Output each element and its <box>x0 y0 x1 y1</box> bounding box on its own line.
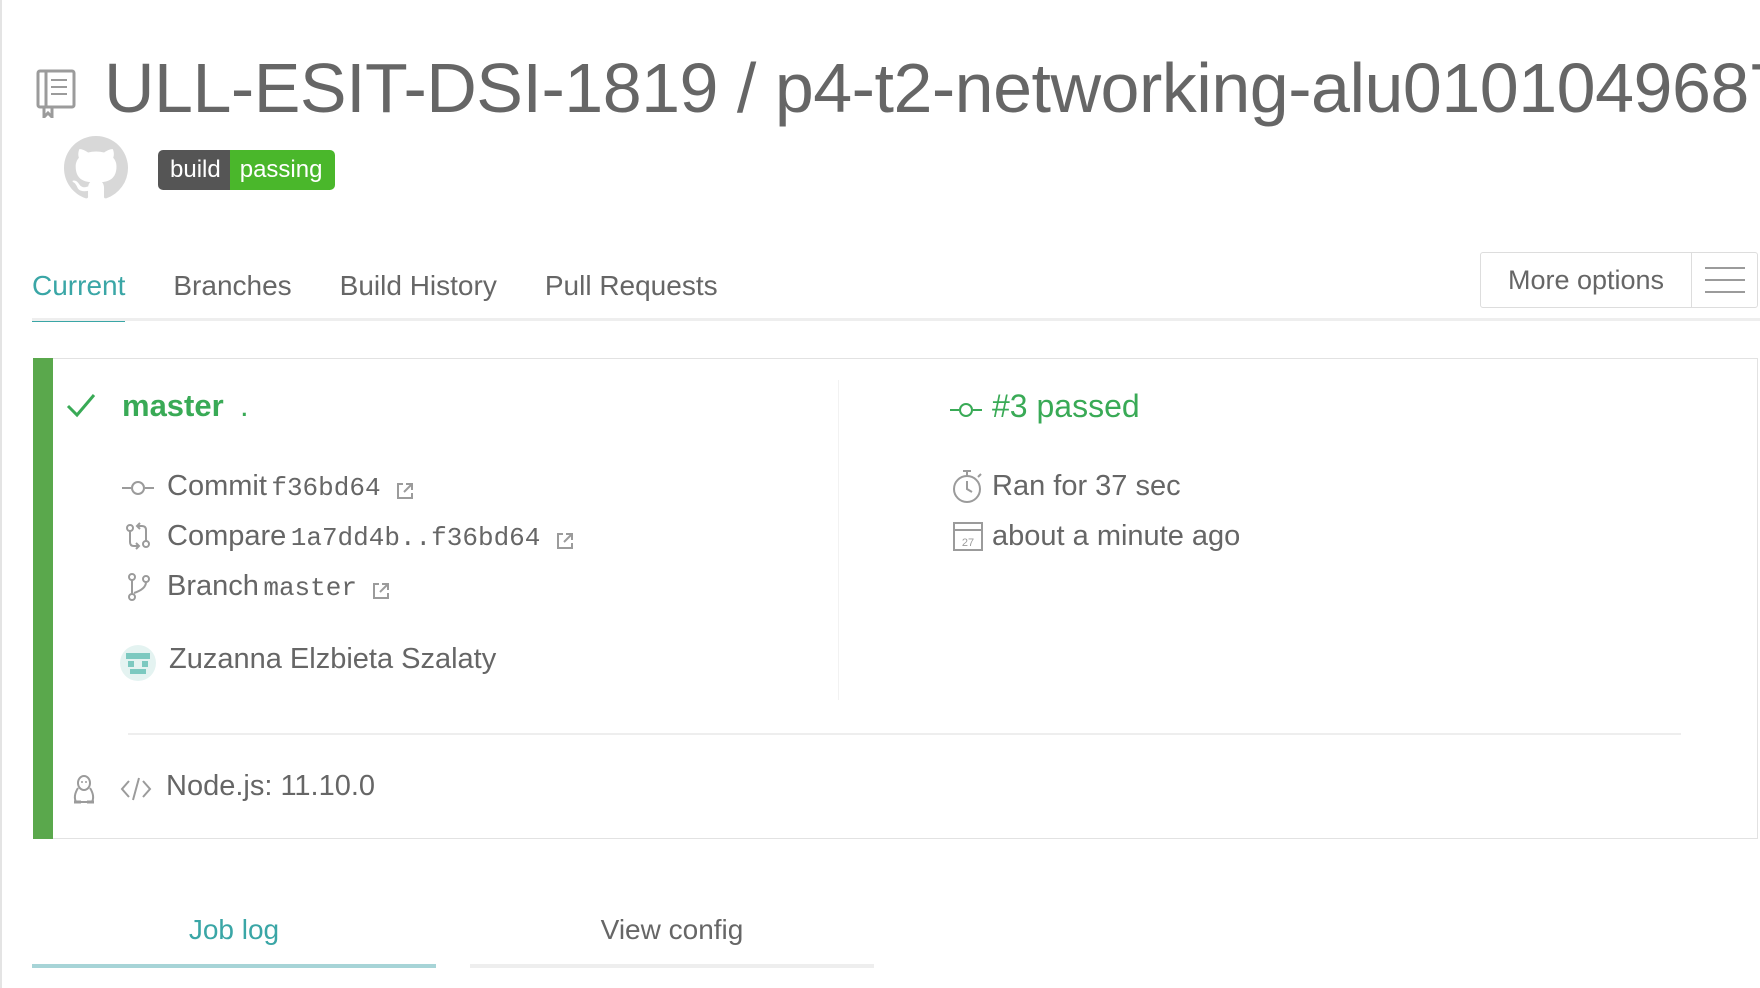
hamburger-icon <box>1692 267 1757 293</box>
branch-row[interactable]: Branch master <box>167 570 391 603</box>
commit-icon <box>122 481 154 495</box>
tab-pull-requests[interactable]: Pull Requests <box>545 262 718 322</box>
build-number-status[interactable]: #3 passed <box>992 388 1140 425</box>
tab-job-log[interactable]: Job log <box>32 900 436 960</box>
calendar-icon: 27 <box>953 522 983 551</box>
compare-icon <box>126 522 150 550</box>
tab-view-config-indicator <box>470 964 874 968</box>
page: ULL-ESIT-DSI-1819 / p4-t2-networking-alu… <box>0 0 1760 988</box>
build-duration: Ran for 37 sec <box>992 470 1181 502</box>
badge-status: passing <box>229 150 336 190</box>
external-link-icon <box>373 582 390 599</box>
code-icon <box>120 777 152 801</box>
badge-label: build <box>158 150 230 190</box>
tab-job-log-indicator <box>32 964 436 968</box>
commit-hash: f36bd64 <box>271 473 381 503</box>
card-divider-vertical <box>838 380 839 700</box>
language-version: Node.js: 11.10.0 <box>166 770 376 802</box>
tab-current[interactable]: Current <box>32 262 126 322</box>
repo-title: ULL-ESIT-DSI-1819 / p4-t2-networking-alu… <box>104 49 1760 127</box>
github-icon[interactable] <box>64 136 128 200</box>
commit-row[interactable]: Commit f36bd64 <box>167 470 415 503</box>
build-status-bar <box>33 358 53 839</box>
compare-row[interactable]: Compare 1a7dd4b..f36bd64 <box>167 520 575 553</box>
author-avatar <box>120 645 156 681</box>
branch-icon <box>128 573 150 601</box>
compare-label: Compare <box>167 520 287 552</box>
tab-branches[interactable]: Branches <box>173 262 291 322</box>
build-status-badge[interactable]: build passing <box>158 150 336 190</box>
branch-name-link[interactable]: master <box>122 388 224 424</box>
check-icon <box>66 394 96 418</box>
card-divider-horizontal <box>128 733 1681 735</box>
calendar-day: 27 <box>962 537 974 549</box>
commit-status-icon <box>950 403 982 417</box>
more-options-label: More options <box>1507 264 1665 295</box>
tabs-divider <box>32 318 1760 321</box>
branch-label: Branch <box>167 570 259 602</box>
compare-range: 1a7dd4b..f36bd64 <box>290 523 541 553</box>
build-finished-time: about a minute ago <box>992 520 1241 552</box>
tab-build-history[interactable]: Build History <box>340 262 497 322</box>
linux-icon <box>73 775 95 804</box>
branch-row-name: master <box>263 573 357 603</box>
left-border <box>0 0 2 988</box>
external-link-icon <box>397 482 414 499</box>
stopwatch-icon <box>953 470 982 503</box>
tab-view-config[interactable]: View config <box>470 900 874 960</box>
repo-icon <box>36 69 76 118</box>
author-name: Zuzanna Elzbieta Szalaty <box>169 643 497 675</box>
more-options-button[interactable]: More options <box>1480 252 1758 308</box>
commit-label: Commit <box>167 470 267 502</box>
repo-tabs: Current Branches Build History Pull Requ… <box>32 262 766 322</box>
branch-message: . <box>240 388 249 423</box>
external-link-icon <box>556 532 573 549</box>
